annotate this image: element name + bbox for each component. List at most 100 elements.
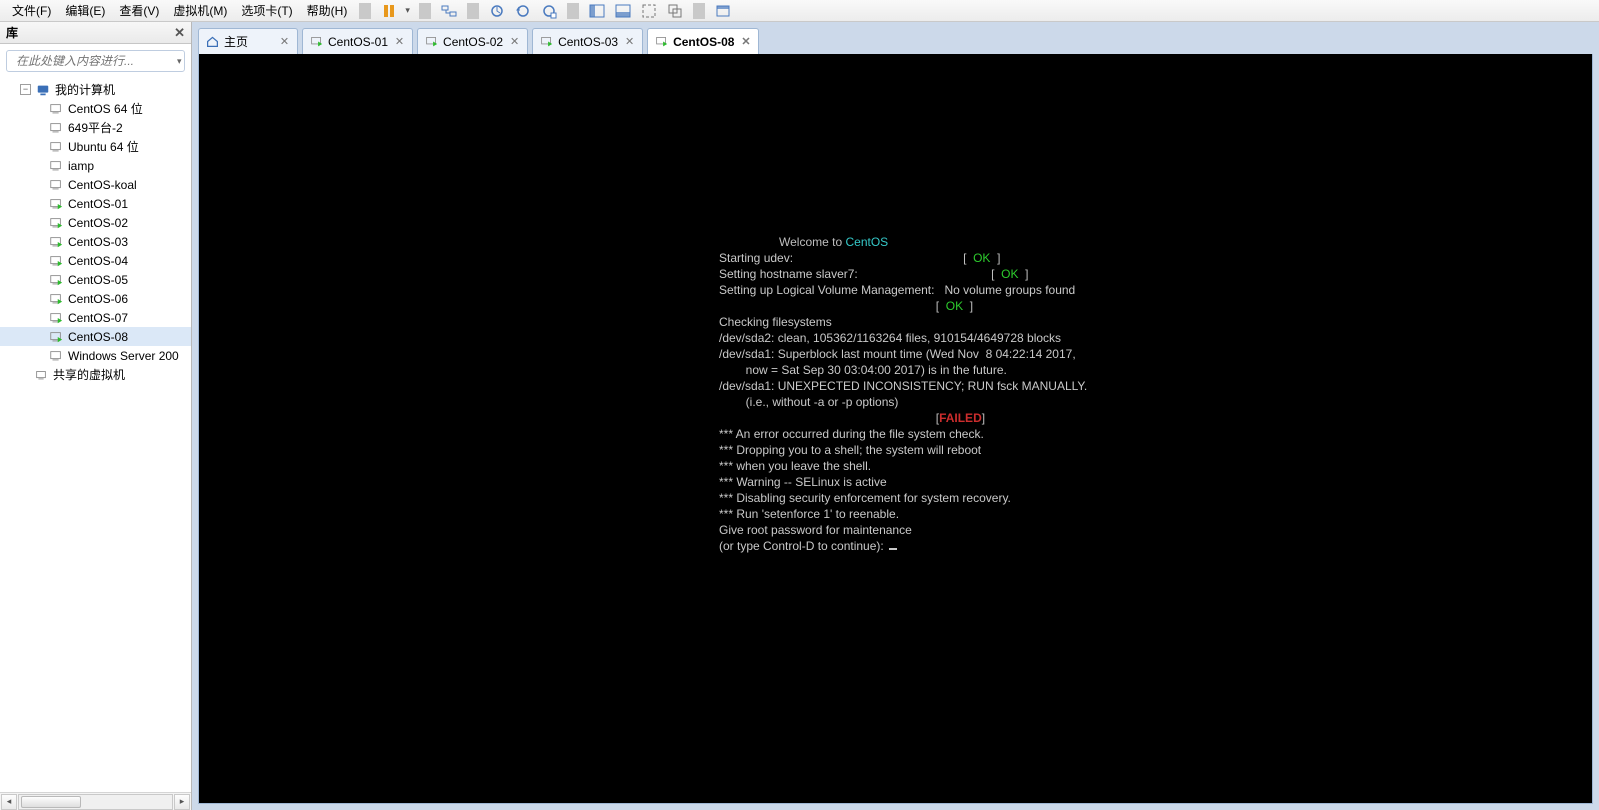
vm-icon <box>48 139 64 155</box>
tab-close-icon[interactable]: ✕ <box>278 35 291 48</box>
search-dropdown-icon[interactable]: ▾ <box>177 56 182 67</box>
vm-icon <box>48 215 64 231</box>
tab-close-icon[interactable]: ✕ <box>623 35 636 48</box>
vm-item[interactable]: CentOS-05 <box>0 270 191 289</box>
tree-root-mycomputer[interactable]: − 我的计算机 <box>0 80 191 99</box>
console-view-icon[interactable] <box>715 3 731 19</box>
scroll-thumb[interactable] <box>21 796 81 808</box>
scroll-right-icon[interactable]: ▸ <box>174 794 190 810</box>
snapshot-take-icon[interactable] <box>489 3 505 19</box>
separator <box>693 3 705 19</box>
tab-label: CentOS-03 <box>558 35 618 49</box>
tree-shared-label: 共享的虚拟机 <box>51 366 125 383</box>
vm-label: CentOS-koal <box>66 178 137 192</box>
scroll-track[interactable] <box>18 794 173 810</box>
show-library-icon[interactable] <box>589 3 605 19</box>
vm-item[interactable]: CentOS-06 <box>0 289 191 308</box>
separator <box>467 3 479 19</box>
vm-item[interactable]: CentOS-03 <box>0 232 191 251</box>
vm-label: CentOS-06 <box>66 292 128 306</box>
tab-vm[interactable]: CentOS-01 ✕ <box>302 28 413 54</box>
vm-label: CentOS-07 <box>66 311 128 325</box>
vm-running-icon <box>424 35 438 49</box>
tab-vm[interactable]: CentOS-03 ✕ <box>532 28 643 54</box>
vm-icon <box>48 234 64 250</box>
vm-item[interactable]: CentOS-08 <box>0 327 191 346</box>
content-area: 主页✕CentOS-01✕CentOS-02✕CentOS-03✕CentOS-… <box>192 22 1599 810</box>
vm-label: CentOS-03 <box>66 235 128 249</box>
tab-home[interactable]: 主页 ✕ <box>198 28 298 54</box>
pause-icon[interactable] <box>381 3 397 19</box>
sidebar-hscrollbar[interactable]: ◂ ▸ <box>0 792 191 810</box>
vm-icon <box>48 272 64 288</box>
send-keys-icon[interactable] <box>441 3 457 19</box>
vm-item[interactable]: CentOS-01 <box>0 194 191 213</box>
menu-help[interactable]: 帮助(H) <box>301 0 354 21</box>
vm-item[interactable]: CentOS-04 <box>0 251 191 270</box>
scroll-left-icon[interactable]: ◂ <box>1 794 17 810</box>
tab-close-icon[interactable]: ✕ <box>508 35 521 48</box>
tab-close-icon[interactable]: ✕ <box>393 35 406 48</box>
vm-running-icon <box>654 35 668 49</box>
thumbnail-icon[interactable] <box>615 3 631 19</box>
tab-label: CentOS-01 <box>328 35 388 49</box>
tab-vm[interactable]: CentOS-08 ✕ <box>647 28 759 54</box>
tree-root-label: 我的计算机 <box>53 81 115 98</box>
vm-icon <box>48 253 64 269</box>
menu-bar: 文件(F) 编辑(E) 查看(V) 虚拟机(M) 选项卡(T) 帮助(H) ▾ <box>0 0 1599 22</box>
library-close-icon[interactable]: ✕ <box>174 25 185 41</box>
vm-item[interactable]: CentOS 64 位 <box>0 99 191 118</box>
fullscreen-icon[interactable] <box>641 3 657 19</box>
tab-vm[interactable]: CentOS-02 ✕ <box>417 28 528 54</box>
menu-vm[interactable]: 虚拟机(M) <box>167 0 233 21</box>
library-header: 库 ✕ <box>0 22 191 44</box>
menu-view[interactable]: 查看(V) <box>113 0 165 21</box>
collapse-icon[interactable]: − <box>20 84 31 95</box>
unity-icon[interactable] <box>667 3 683 19</box>
vm-item[interactable]: CentOS-koal <box>0 175 191 194</box>
tab-bar: 主页✕CentOS-01✕CentOS-02✕CentOS-03✕CentOS-… <box>192 22 1599 54</box>
vm-label: CentOS-05 <box>66 273 128 287</box>
menu-tabs[interactable]: 选项卡(T) <box>235 0 298 21</box>
separator <box>359 3 371 19</box>
vm-item[interactable]: CentOS-02 <box>0 213 191 232</box>
vm-item[interactable]: iamp <box>0 156 191 175</box>
tree-shared-vms[interactable]: 共享的虚拟机 <box>0 365 191 384</box>
vm-icon <box>48 101 64 117</box>
tab-label: CentOS-08 <box>673 35 734 49</box>
library-sidebar: 库 ✕ ▾ − 我的计算机 CentOS 64 位649平台-2Ubuntu 6… <box>0 22 192 810</box>
vm-item[interactable]: CentOS-07 <box>0 308 191 327</box>
separator <box>567 3 579 19</box>
vm-running-icon <box>309 35 323 49</box>
vm-label: 649平台-2 <box>66 119 123 136</box>
vm-icon <box>48 310 64 326</box>
console-container: Welcome to CentOSStarting udev: [ OK ]Se… <box>198 54 1593 804</box>
library-search[interactable]: ▾ <box>6 50 185 72</box>
separator <box>419 3 431 19</box>
vm-label: Windows Server 200 <box>66 349 179 363</box>
menu-edit[interactable]: 编辑(E) <box>59 0 111 21</box>
power-dropdown[interactable]: ▾ <box>405 5 413 16</box>
search-input[interactable] <box>16 54 173 68</box>
menu-file[interactable]: 文件(F) <box>6 0 57 21</box>
tab-label: 主页 <box>224 33 273 50</box>
vm-icon <box>48 120 64 136</box>
vm-label: CentOS-02 <box>66 216 128 230</box>
home-icon <box>205 35 219 49</box>
tab-close-icon[interactable]: ✕ <box>739 35 752 48</box>
tab-label: CentOS-02 <box>443 35 503 49</box>
vm-icon <box>48 348 64 364</box>
vm-label: CentOS-01 <box>66 197 128 211</box>
vm-label: CentOS-08 <box>66 330 128 344</box>
snapshot-revert-icon[interactable] <box>515 3 531 19</box>
vm-icon <box>48 291 64 307</box>
vm-console[interactable]: Welcome to CentOSStarting udev: [ OK ]Se… <box>199 54 1592 803</box>
library-title: 库 <box>6 24 18 41</box>
snapshot-manager-icon[interactable] <box>541 3 557 19</box>
vm-item[interactable]: 649平台-2 <box>0 118 191 137</box>
vm-item[interactable]: Windows Server 200 <box>0 346 191 365</box>
vm-icon <box>48 177 64 193</box>
vm-running-icon <box>539 35 553 49</box>
vm-item[interactable]: Ubuntu 64 位 <box>0 137 191 156</box>
vm-tree: − 我的计算机 CentOS 64 位649平台-2Ubuntu 64 位iam… <box>0 78 191 792</box>
